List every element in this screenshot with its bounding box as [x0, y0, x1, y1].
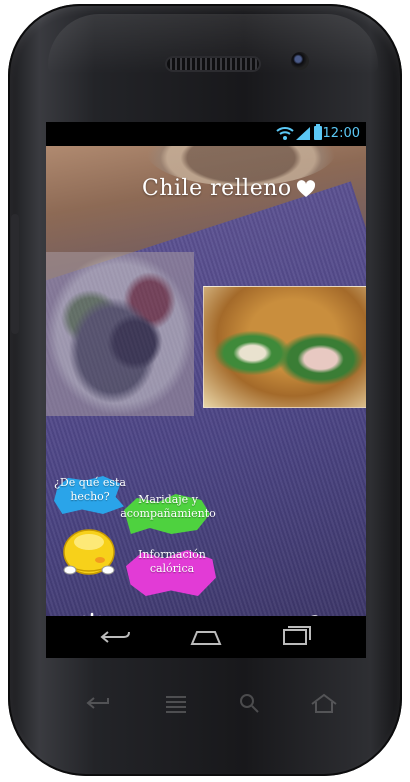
- hardware-menu-icon: [166, 696, 186, 713]
- home-icon[interactable]: [188, 626, 224, 648]
- battery-icon: [314, 124, 322, 140]
- hardware-home-icon: [311, 693, 337, 713]
- pairing-button[interactable]: Maridaje y acompañamiento: [106, 493, 230, 521]
- status-time: 12:00: [322, 126, 360, 141]
- heart-icon[interactable]: [296, 180, 316, 198]
- recipe-screen: Chile relleno ¿De qué esta hecho? Marida…: [46, 146, 366, 616]
- chef-mascot-icon: [63, 529, 115, 575]
- bottom-toolbar: ?: [46, 606, 366, 616]
- front-camera: [291, 52, 309, 70]
- back-icon[interactable]: [98, 626, 134, 648]
- nav-bar: [46, 616, 366, 658]
- hardware-back-icon: [86, 697, 109, 709]
- dish-photo[interactable]: [203, 286, 366, 408]
- wifi-icon: [276, 127, 294, 140]
- hardware-search-icon: [240, 694, 259, 713]
- calories-button[interactable]: Información calórica: [122, 548, 222, 576]
- dish-photo-faded[interactable]: [46, 252, 194, 416]
- status-bar: 12:00: [46, 122, 366, 146]
- screen: 12:00 Chile relleno ¿De qué esta hecho? …: [46, 122, 366, 658]
- recent-apps-icon[interactable]: [278, 626, 314, 648]
- earpiece-speaker: [167, 58, 259, 70]
- dish-title: Chile relleno: [142, 176, 292, 201]
- signal-icon: [296, 127, 310, 140]
- volume-key: [11, 214, 19, 334]
